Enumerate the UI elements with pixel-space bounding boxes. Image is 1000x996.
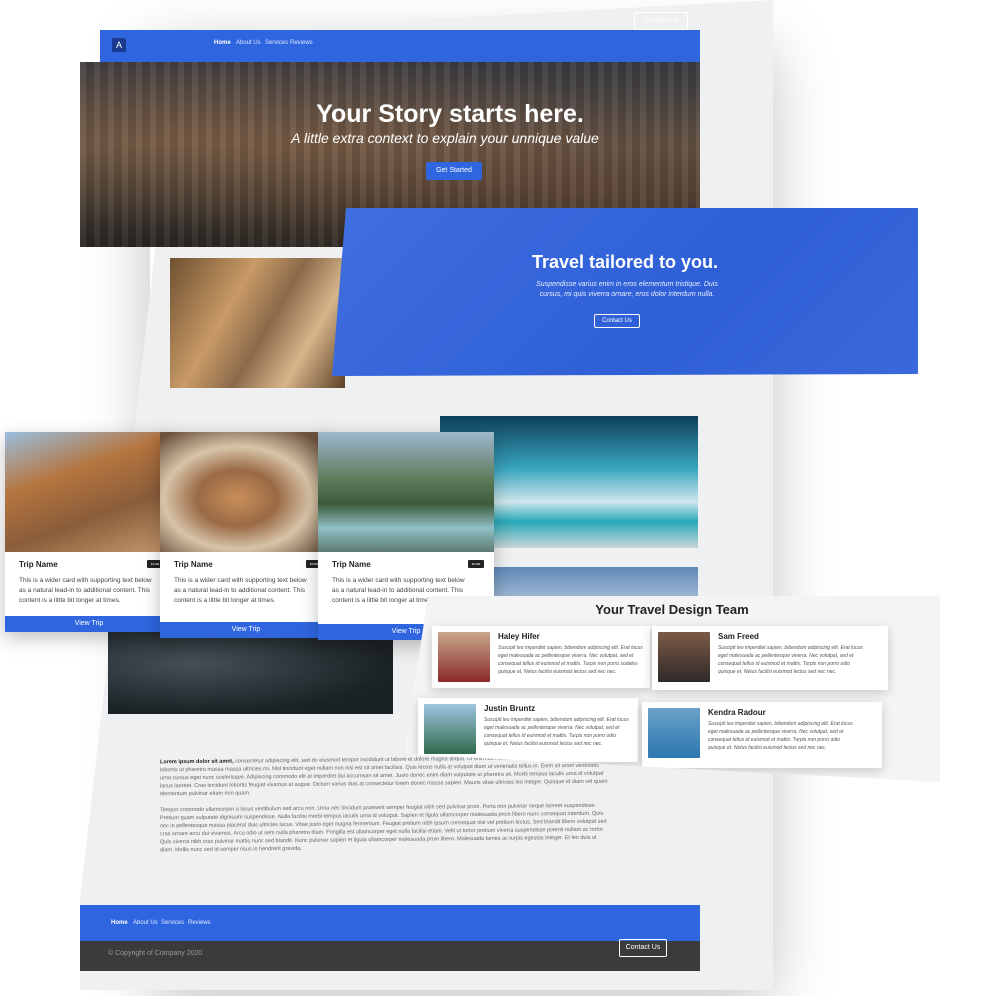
member-name: Kendra Radour	[708, 708, 766, 717]
top-navbar	[100, 30, 700, 62]
body-text: Lorem ipsum dolor sit amet, consectetur …	[160, 754, 610, 863]
member-bio: Suscipit leo imperdiet sapien, bibendum …	[708, 721, 853, 751]
member-bio: Suscipit leo imperdiet sapien, bibendum …	[498, 645, 643, 675]
team-member-card: Kendra Radour Suscipit leo imperdiet sap…	[642, 702, 882, 768]
member-name: Haley Hifer	[498, 632, 540, 641]
team-member-card: Justin Bruntz Suscipit leo imperdiet sap…	[418, 698, 638, 762]
card-image-river	[318, 432, 494, 552]
avatar	[648, 708, 700, 758]
card-text: This is a wider card with supporting tex…	[174, 577, 307, 604]
travel-title: Travel tailored to you.	[531, 252, 719, 272]
footer-services[interactable]: Services	[161, 920, 184, 926]
team-title: Your Travel Design Team	[595, 602, 749, 617]
hero-title: Your Story starts here.	[316, 100, 584, 128]
member-name: Sam Freed	[718, 632, 759, 641]
get-started-button[interactable]: Get Started	[426, 162, 482, 180]
street-image	[170, 258, 345, 388]
hero-subtitle: A little extra context to explain your u…	[291, 130, 599, 146]
price-badge: $1499	[468, 560, 484, 568]
team-member-card: Sam Freed Suscipit leo imperdiet sapien,…	[652, 626, 888, 690]
member-bio: Suscipit leo imperdiet sapien, bibendum …	[718, 645, 863, 675]
member-bio: Suscipit leo imperdiet sapien, bibendum …	[484, 717, 629, 747]
trip-card: Trip Name $1499 This is a wider card wit…	[160, 432, 332, 638]
team-panel: Your Travel Design Team Haley Hifer Susc…	[404, 596, 940, 782]
member-name: Justin Bruntz	[484, 704, 536, 713]
nav-services[interactable]: Services	[265, 40, 288, 46]
nav-about-us[interactable]: About Us	[236, 40, 261, 46]
card-image-fresco	[160, 432, 332, 552]
travel-contact-button[interactable]: Contact Us	[594, 314, 640, 328]
nav-home[interactable]: Home	[214, 40, 231, 46]
footer-home[interactable]: Home	[111, 920, 128, 926]
contact-us-button-top[interactable]: Contact Us	[634, 12, 688, 30]
avatar	[438, 632, 490, 682]
avatar	[424, 704, 476, 754]
brand-logo-icon[interactable]: A	[112, 38, 126, 52]
card-title: Trip Name	[332, 560, 371, 569]
nav-reviews[interactable]: Reviews	[290, 40, 313, 46]
avatar	[658, 632, 710, 682]
footer-reviews[interactable]: Reviews	[188, 920, 211, 926]
view-trip-button[interactable]: View Trip	[5, 616, 173, 632]
card-text: This is a wider card with supporting tex…	[19, 577, 152, 604]
contact-us-button-footer[interactable]: Contact Us	[619, 939, 667, 957]
view-trip-button[interactable]: View Trip	[160, 622, 332, 638]
travel-body: Suspendisse varius enim in eros elementu…	[536, 281, 718, 298]
footer-about-us[interactable]: About Us	[133, 920, 158, 926]
trip-card: Trip Name $1499 This is a wider card wit…	[5, 432, 173, 632]
card-title: Trip Name	[19, 560, 58, 569]
copyright-text: © Copyright of Company 2020	[108, 950, 203, 957]
card-title: Trip Name	[174, 560, 213, 569]
card-image-duomo	[5, 432, 173, 552]
body-lead: Lorem ipsum dolor sit amet,	[160, 758, 234, 766]
team-member-card: Haley Hifer Suscipit leo imperdiet sapie…	[432, 626, 650, 688]
travel-panel: Travel tailored to you. Suspendisse vari…	[332, 208, 918, 376]
body-paragraph-2: Tempor commodo ullamcorper a lacus vesti…	[160, 802, 607, 854]
